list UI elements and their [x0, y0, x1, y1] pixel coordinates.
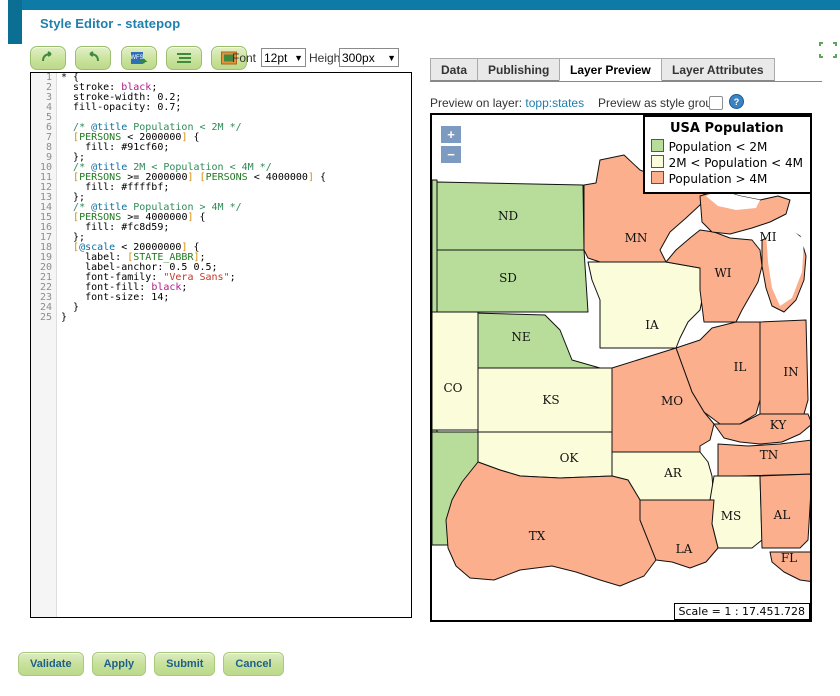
svg-text:?: ?: [734, 97, 740, 107]
map-legend: USA Population Population < 2M 2M < Popul…: [642, 115, 810, 194]
submit-button[interactable]: Submit: [154, 652, 216, 676]
code-line: fill: #ffffbf;: [61, 182, 170, 193]
zoom-in-button[interactable]: +: [441, 126, 461, 143]
code-line: fill-opacity: 0.7;: [61, 102, 182, 113]
map-state-label: OK: [560, 451, 580, 465]
action-button-bar: Validate Apply Submit Cancel: [18, 652, 292, 676]
font-size-select[interactable]: ▼ 12pt: [261, 48, 306, 67]
code-line: fill: #fc8d59;: [61, 222, 170, 233]
tab-label: Data: [441, 63, 468, 77]
map-state-label: IA: [645, 318, 659, 332]
legend-swatch-icon: [650, 139, 664, 152]
legend-label: Population < 2M: [668, 140, 768, 154]
line-number: 5: [45, 112, 52, 123]
window-accent-bar: [8, 0, 22, 44]
tab-layer-attributes[interactable]: Layer Attributes: [661, 58, 775, 81]
legend-label: Population > 4M: [668, 172, 768, 186]
preview-on-layer-label: Preview on layer:: [430, 96, 523, 110]
map-state-label: ND: [498, 209, 518, 223]
map-state-label: LA: [676, 542, 693, 556]
tab-label: Publishing: [488, 63, 550, 77]
line-number-gutter: 1 2 3 4 5 6 7 8 9 10 11 12 13 14 15 16 17 18 19 20 21 22 23 24 2…: [31, 73, 57, 617]
editor-height-value: 300px: [342, 51, 375, 65]
tab-label: Layer Preview: [570, 63, 651, 77]
legend-entry: 2M < Population < 4M: [650, 155, 803, 171]
font-size-value: 12pt: [264, 51, 288, 65]
map-state-label: MS: [721, 509, 742, 523]
map-state-label: MN: [625, 231, 648, 245]
map-state-label: TN: [760, 448, 779, 462]
tab-publishing[interactable]: Publishing: [477, 58, 561, 81]
legend-entry: Population < 2M: [650, 139, 803, 155]
map-state-label: AL: [773, 508, 791, 522]
map-scale-indicator: Scale = 1 : 17.451.728: [673, 603, 810, 620]
map-state-label: IL: [734, 360, 747, 374]
editor-toolbar: WFS: [30, 46, 253, 70]
line-number: 7: [45, 132, 52, 143]
code-content[interactable]: * { stroke: black; stroke-width: 0.2; fi…: [59, 73, 411, 617]
window-top-bar: [22, 0, 840, 10]
legend-label: 2M < Population < 4M: [668, 156, 803, 170]
legend-title: USA Population: [669, 121, 784, 136]
map-state-label: AR: [663, 466, 683, 480]
tab-label: Layer Attributes: [672, 63, 764, 77]
validate-button[interactable]: Validate: [18, 652, 84, 676]
map-state-label: MI: [759, 230, 776, 244]
chevron-down-icon: ▼: [294, 53, 303, 63]
map-state-label: CO: [443, 381, 462, 395]
legend-swatch-icon: [650, 171, 664, 184]
code-line: fill: #91cf60;: [61, 142, 170, 153]
page-title: Style Editor - statepop: [40, 16, 181, 31]
map-state-label: TX: [529, 529, 546, 543]
line-number: 6: [45, 122, 52, 133]
layer-preview-map[interactable]: ND SD NE MN MI WI IA IL IN CO KS MO KY OK AR TN MS AL TX LA…: [430, 113, 812, 622]
map-state-label: WI: [714, 266, 731, 280]
map-state-label: MO: [661, 394, 683, 408]
map-state-label: NE: [511, 330, 530, 344]
code-line: }: [61, 302, 80, 313]
redo-button[interactable]: [75, 46, 112, 70]
cancel-button[interactable]: Cancel: [223, 652, 284, 676]
expand-arrows-icon[interactable]: [818, 41, 838, 59]
window-accent-bar-lower: [8, 44, 14, 696]
map-zoom-controls: + −: [441, 126, 461, 164]
line-number: 2: [45, 82, 52, 93]
tab-data[interactable]: Data: [430, 58, 479, 81]
font-label: Font: [232, 51, 257, 65]
format-button[interactable]: [166, 46, 203, 70]
map-state-label: KS: [542, 393, 559, 407]
legend-entry: Population > 4M: [650, 171, 803, 187]
apply-button[interactable]: Apply: [91, 652, 147, 676]
legend-swatch-icon: [650, 155, 664, 168]
insert-wfs-button[interactable]: WFS: [120, 46, 157, 70]
map-state-label: IN: [783, 365, 798, 379]
tab-layer-preview[interactable]: Layer Preview: [559, 58, 662, 81]
preview-tabs: Data Publishing Layer Preview Layer Attribu…: [430, 58, 840, 82]
line-number: 25: [39, 312, 52, 323]
code-line: }: [61, 312, 68, 323]
zoom-out-button[interactable]: −: [441, 146, 461, 163]
layer-name-link[interactable]: topp:states: [525, 96, 584, 110]
preview-style-group-label: Preview as style group:: [598, 96, 723, 110]
map-state-label: SD: [499, 271, 517, 285]
map-state-label: KY: [770, 418, 788, 432]
line-number: 8: [45, 142, 52, 153]
style-group-checkbox[interactable]: [709, 96, 723, 110]
undo-button[interactable]: [30, 46, 66, 70]
help-circle-icon[interactable]: ?: [729, 94, 744, 109]
map-state-label: FL: [781, 551, 797, 565]
code-line: font-size: 14;: [61, 292, 170, 303]
line-number: 1: [45, 72, 52, 83]
preview-layer-line: Preview on layer: topp:states: [430, 96, 584, 110]
chevron-down-icon: ▼: [387, 53, 396, 63]
editor-height-select[interactable]: ▼ 300px: [339, 48, 399, 67]
line-number: 3: [45, 92, 52, 103]
css-code-editor[interactable]: 1 2 3 4 5 6 7 8 9 10 11 12 13 14 15 16 17 18 19 20 21 22 23 24 2…: [30, 72, 412, 618]
line-number: 4: [45, 102, 52, 113]
